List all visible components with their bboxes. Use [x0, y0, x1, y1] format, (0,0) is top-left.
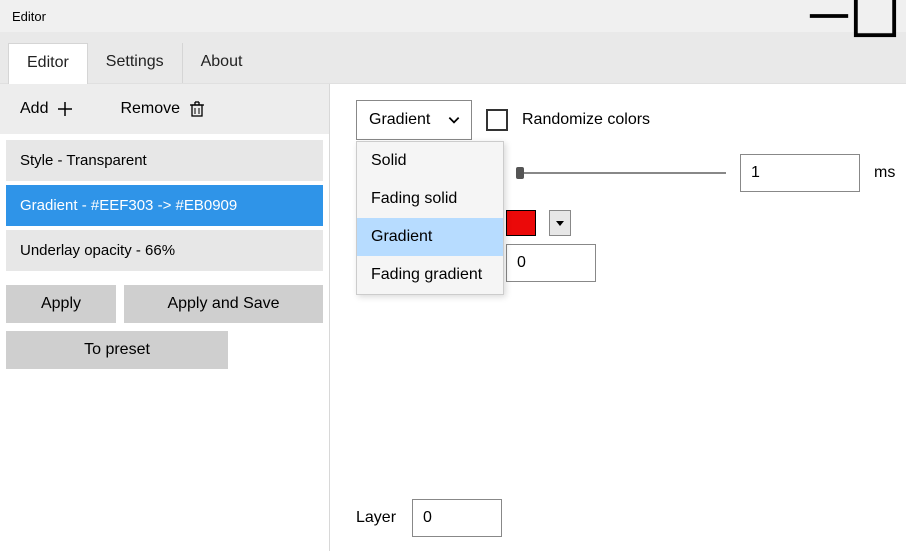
fill-type-combo[interactable]: Gradient Solid Fading solid Gradient Fad…: [356, 100, 472, 140]
randomize-checkbox[interactable]: [486, 109, 508, 131]
remove-button[interactable]: Remove: [110, 94, 216, 124]
color-dropdown-button[interactable]: [549, 210, 571, 236]
duration-unit: ms: [874, 164, 895, 182]
layer-label: Layer: [356, 509, 396, 527]
minimize-button[interactable]: [806, 0, 852, 32]
to-preset-button[interactable]: To preset: [6, 331, 228, 369]
list-item[interactable]: Gradient - #EEF303 -> #EB0909: [6, 185, 323, 226]
fill-option-gradient[interactable]: Gradient: [357, 218, 503, 256]
fill-type-value: Gradient: [369, 111, 430, 129]
fill-option-fading-solid[interactable]: Fading solid: [357, 180, 503, 218]
layer-list: Style - Transparent Gradient - #EEF303 -…: [0, 134, 329, 281]
tab-editor[interactable]: Editor: [8, 43, 88, 84]
main-panel: Gradient Solid Fading solid Gradient Fad…: [330, 84, 906, 551]
titlebar: Editor: [0, 0, 906, 32]
fill-type-dropdown: Solid Fading solid Gradient Fading gradi…: [356, 141, 504, 295]
fill-option-solid[interactable]: Solid: [357, 142, 503, 180]
apply-save-button[interactable]: Apply and Save: [124, 285, 323, 323]
randomize-label: Randomize colors: [522, 111, 650, 129]
apply-button[interactable]: Apply: [6, 285, 116, 323]
list-item[interactable]: Style - Transparent: [6, 140, 323, 181]
remove-label: Remove: [120, 100, 180, 118]
maximize-button[interactable]: [852, 0, 898, 32]
tabstrip: Editor Settings About: [0, 32, 906, 84]
color-swatch[interactable]: [506, 210, 536, 236]
list-item[interactable]: Underlay opacity - 66%: [6, 230, 323, 271]
add-button[interactable]: Add: [10, 94, 84, 124]
tab-settings[interactable]: Settings: [88, 43, 183, 83]
plus-icon: [56, 100, 74, 118]
window-title: Editor: [12, 9, 46, 24]
chevron-down-icon: [447, 113, 461, 127]
layer-input[interactable]: [412, 499, 502, 537]
sidebar-buttons: Apply Apply and Save To preset: [0, 285, 329, 369]
tab-about[interactable]: About: [183, 43, 261, 83]
caret-down-icon: [555, 218, 565, 228]
fill-option-fading-gradient[interactable]: Fading gradient: [357, 256, 503, 294]
width-input[interactable]: [506, 244, 596, 282]
sidebar-toolbar: Add Remove: [0, 84, 329, 134]
duration-input[interactable]: [740, 154, 860, 192]
trash-icon: [188, 100, 206, 118]
sidebar: Add Remove Style - Transparent Gradient …: [0, 84, 330, 551]
duration-slider[interactable]: [516, 172, 726, 174]
add-label: Add: [20, 100, 48, 118]
